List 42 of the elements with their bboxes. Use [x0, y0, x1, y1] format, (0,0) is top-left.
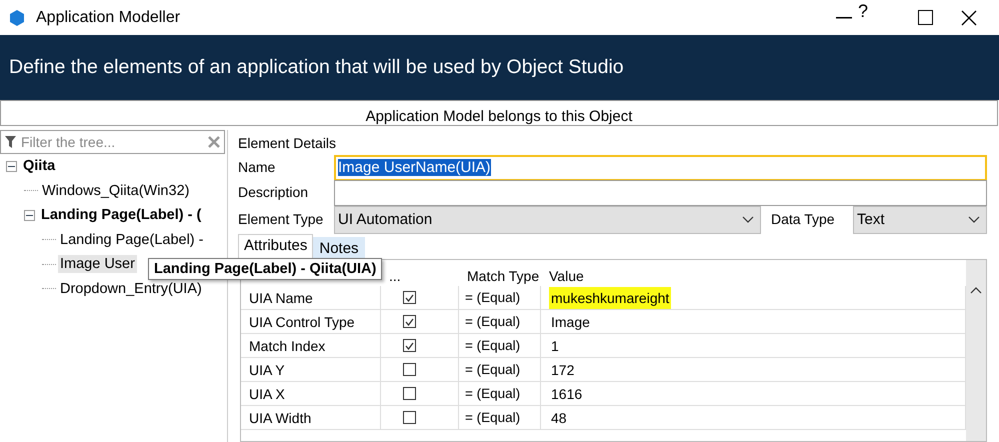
field-label: Description [238, 184, 308, 200]
data-type-dropdown[interactable]: Text [853, 206, 987, 234]
tooltip: Landing Page(Label) - Qiita(UIA) [148, 258, 382, 280]
field-label: Name [238, 158, 276, 174]
table-cell: = (Equal) [459, 406, 541, 430]
help-button[interactable]: ? [858, 1, 868, 22]
table-cell: UIA Name [241, 286, 381, 310]
tab[interactable]: Notes [313, 237, 365, 259]
tree-item[interactable]: Image User [58, 255, 137, 274]
table-cell-text: 48 [550, 408, 568, 428]
table-cell: UIA Y [241, 358, 381, 382]
table-cell: = (Equal) [459, 334, 541, 358]
window-title: Application Modeller [36, 8, 182, 26]
banner-text: Define the elements of an application that will be used by Object Studio [9, 56, 624, 79]
table-cell: = (Equal) [459, 286, 541, 310]
table-cell: = (Equal) [459, 358, 541, 382]
tree-item[interactable]: Qiita [21, 157, 58, 176]
table-cell: mukeshkumareight [549, 286, 672, 308]
field-label: Data Type [771, 210, 835, 226]
table-cell: UIA Control Type [241, 310, 381, 334]
object-bar-text: Application Model belongs to this Object [366, 108, 632, 125]
table-cell: UIA Width [241, 406, 381, 430]
table-cell-text: 172 [550, 360, 576, 380]
column-header[interactable]: ... [389, 268, 401, 284]
table-cell-text: 1 [550, 336, 560, 356]
table-cell: = (Equal) [459, 310, 541, 334]
tree-item[interactable]: Landing Page(Label) - ( [39, 206, 204, 224]
tree-item[interactable]: Landing Page(Label) - [58, 230, 206, 249]
table-cell: UIA X [241, 382, 381, 406]
table-cell-text: 1616 [550, 384, 584, 404]
section-heading: Element Details [238, 134, 336, 150]
column-header[interactable]: Match Type [467, 268, 540, 284]
tree-item[interactable]: Dropdown_Entry(UIA) [58, 280, 204, 298]
field-label: Element Type [238, 210, 324, 226]
column-header[interactable]: Value [549, 268, 584, 284]
table-cell: Match Index [241, 334, 381, 358]
table-cell: = (Equal) [459, 382, 541, 406]
element-type-dropdown[interactable]: UI Automation [334, 206, 761, 234]
tab[interactable]: Attributes [238, 234, 314, 259]
tree-item[interactable]: Windows_Qiita(Win32) [40, 182, 192, 200]
table-cell-text: Image [550, 312, 591, 332]
filter-box[interactable]: Filter the tree... [0, 130, 225, 154]
